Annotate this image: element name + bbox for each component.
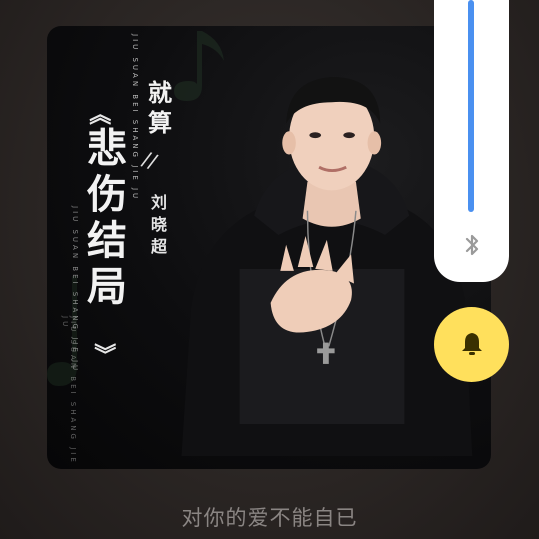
ringer-mode-button[interactable] xyxy=(434,307,509,382)
bell-icon xyxy=(462,333,482,355)
title-quote-open: 《 xyxy=(86,102,112,126)
album-cover: JIU SUAN BEI SHANG JIE JU JIU SUAN BEI S… xyxy=(47,26,491,469)
pinyin-text: JIU SUAN BEI SHANG JIE JU xyxy=(131,34,139,202)
current-lyric-line: 对你的爱不能自已 xyxy=(181,506,358,530)
volume-panel xyxy=(434,0,509,282)
album-title: 悲伤结局 xyxy=(87,125,127,310)
title-quote-close: 》 xyxy=(91,342,117,366)
volume-slider-fill xyxy=(468,0,474,212)
bluetooth-icon[interactable] xyxy=(461,232,483,258)
pinyin-text: JIU SUAN BEI SHANG JIE JU xyxy=(61,316,77,465)
volume-slider[interactable] xyxy=(468,0,474,212)
